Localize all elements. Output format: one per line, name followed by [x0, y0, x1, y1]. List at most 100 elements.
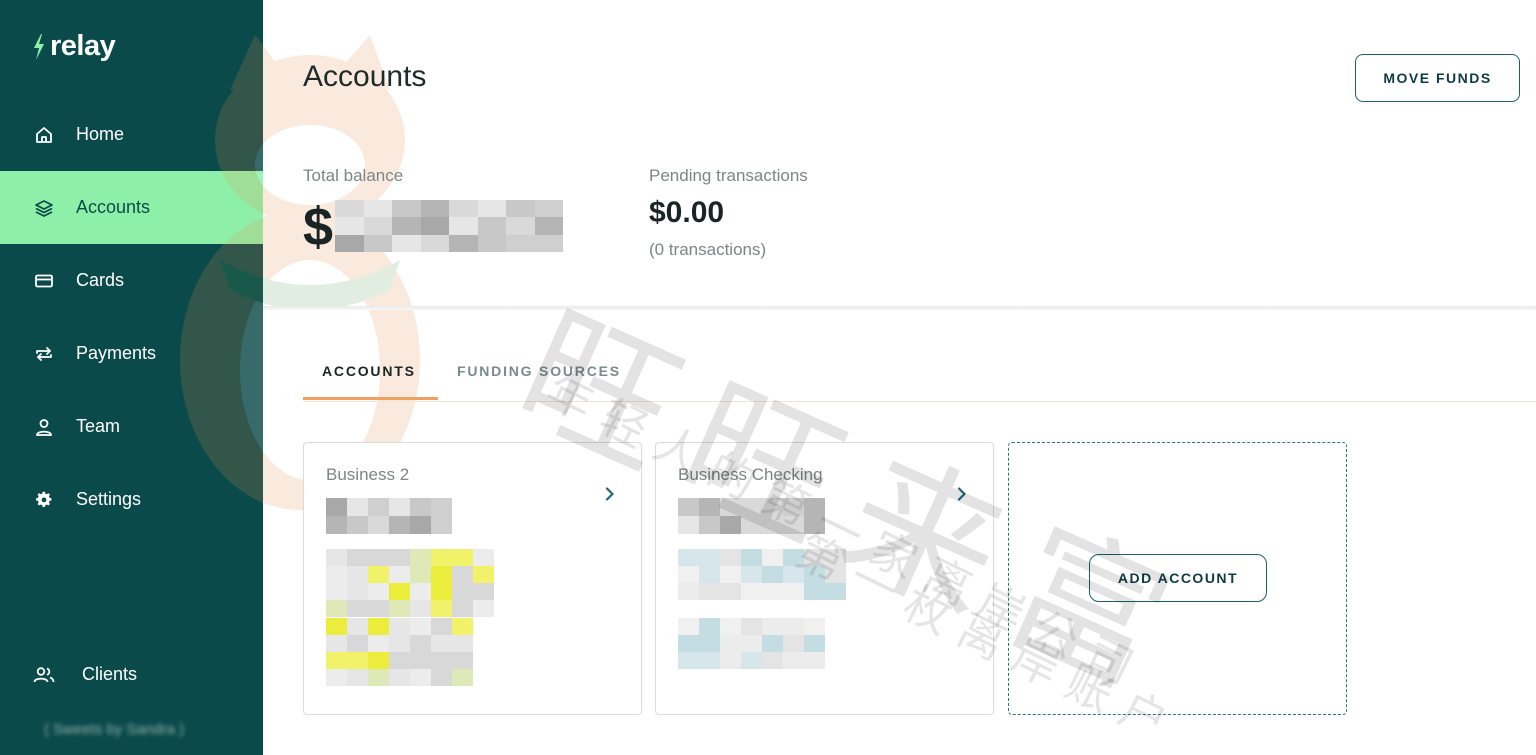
account-card-business-2[interactable]: Business 2 [303, 442, 642, 715]
active-tab-indicator [303, 397, 438, 400]
redaction-pixel [741, 549, 762, 566]
redaction-pixel [347, 618, 368, 635]
sidebar-item-label: Cards [76, 270, 125, 290]
redaction-pixel [335, 200, 364, 218]
pending-transactions-value: $0.00 [649, 196, 725, 229]
redaction-pixel [699, 516, 720, 534]
sidebar-item-label: Settings [76, 489, 142, 509]
redaction-pixel [368, 669, 389, 686]
redaction-pixel [347, 600, 368, 617]
redaction-pixel [452, 652, 473, 669]
redaction-pixel [762, 635, 783, 652]
sidebar-item-label: Payments [76, 343, 157, 363]
account-card-business-checking[interactable]: Business Checking [655, 442, 994, 715]
redaction-pixel [720, 549, 741, 566]
redaction-pixel [431, 635, 452, 652]
account-balance-redacted [326, 549, 494, 617]
redaction-pixel [326, 600, 347, 617]
redaction-pixel [410, 498, 431, 516]
redaction-pixel [326, 669, 347, 686]
redaction-pixel [326, 652, 347, 669]
add-account-button[interactable]: ADD ACCOUNT [1089, 554, 1267, 602]
redaction-pixel [389, 566, 410, 583]
redaction-pixel [825, 549, 846, 566]
redaction-pixel [410, 600, 431, 617]
sidebar-item-home[interactable]: Home [0, 98, 263, 171]
chevron-right-icon [605, 487, 614, 501]
redaction-pixel [452, 669, 473, 686]
redaction-pixel [368, 600, 389, 617]
account-name: Business 2 [326, 465, 410, 484]
redaction-pixel [473, 583, 494, 600]
redaction-pixel [741, 618, 762, 635]
redaction-pixel [335, 234, 364, 252]
users-icon [33, 664, 55, 686]
redaction-pixel [389, 583, 410, 600]
redaction-pixel [431, 583, 452, 600]
redaction-pixel [335, 217, 364, 235]
redaction-pixel [347, 583, 368, 600]
redaction-pixel [804, 566, 825, 583]
user-icon [33, 416, 55, 438]
logo-text: relay [50, 30, 116, 62]
redaction-pixel [431, 498, 452, 516]
redaction-pixel [699, 498, 720, 516]
account-number-redacted [326, 498, 452, 534]
section-divider [263, 306, 1536, 310]
redaction-pixel [741, 566, 762, 583]
redaction-pixel [534, 234, 563, 252]
redaction-pixel [741, 516, 762, 534]
redaction-pixel [678, 549, 699, 566]
redaction-pixel [783, 652, 804, 669]
pending-transactions-label: Pending transactions [649, 166, 808, 185]
redaction-pixel [804, 516, 825, 534]
redaction-pixel [389, 549, 410, 566]
sidebar-item-label: Home [76, 124, 125, 144]
redaction-pixel [783, 583, 804, 600]
redaction-pixel [452, 600, 473, 617]
sidebar-item-label: Team [76, 416, 121, 436]
redaction-pixel [420, 234, 449, 252]
sidebar-item-team[interactable]: Team [0, 390, 263, 463]
redaction-pixel [431, 652, 452, 669]
account-name: Business Checking [678, 465, 823, 484]
move-funds-button[interactable]: MOVE FUNDS [1355, 54, 1520, 102]
redaction-pixel [762, 516, 783, 534]
relay-logo[interactable]: relay [32, 30, 116, 63]
redaction-pixel [741, 583, 762, 600]
redaction-pixel [326, 516, 347, 534]
redaction-pixel [720, 498, 741, 516]
repeat-icon [33, 343, 55, 365]
redaction-pixel [804, 498, 825, 516]
redaction-pixel [389, 600, 410, 617]
redaction-pixel [326, 618, 347, 635]
client-business-name[interactable]: ( Sweets by Sandra ) [44, 721, 184, 738]
sidebar-item-settings[interactable]: Settings [0, 463, 263, 536]
redaction-pixel [347, 549, 368, 566]
redaction-pixel [326, 635, 347, 652]
redaction-pixel [762, 498, 783, 516]
redaction-pixel [452, 583, 473, 600]
tab-divider [303, 401, 1536, 402]
sidebar-item-cards[interactable]: Cards [0, 244, 263, 317]
redaction-pixel [699, 635, 720, 652]
sidebar-item-accounts[interactable]: Accounts [0, 171, 263, 244]
redaction-pixel [804, 618, 825, 635]
tab-funding-sources[interactable]: FUNDING SOURCES [457, 363, 621, 379]
redaction-pixel [534, 217, 563, 235]
account-details-redacted [326, 618, 473, 686]
redaction-pixel [368, 549, 389, 566]
redaction-pixel [347, 566, 368, 583]
chevron-right-icon [957, 487, 966, 501]
sidebar-item-payments[interactable]: Payments [0, 317, 263, 390]
redaction-pixel [762, 583, 783, 600]
redaction-pixel [783, 549, 804, 566]
redaction-pixel [347, 635, 368, 652]
tab-accounts[interactable]: ACCOUNTS [322, 363, 416, 379]
redaction-pixel [449, 217, 478, 235]
account-balance-redacted [678, 549, 846, 600]
sidebar-item-clients[interactable]: Clients [0, 638, 263, 711]
redaction-pixel [473, 600, 494, 617]
redaction-pixel [392, 217, 421, 235]
page-title: Accounts [303, 60, 427, 93]
